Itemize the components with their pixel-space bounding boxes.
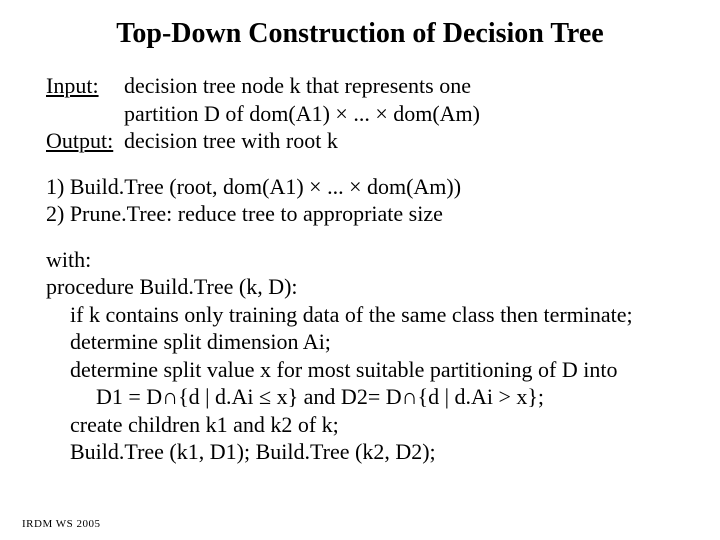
input-text: decision tree node k that represents one… (124, 72, 480, 127)
proc-line-2: determine split dimension Ai; (46, 328, 674, 356)
step-2: 2) Prune.Tree: reduce tree to appropriat… (46, 200, 674, 228)
proc-line-5: create children k1 and k2 of k; (46, 411, 674, 439)
steps-block: 1) Build.Tree (root, dom(A1) × ... × dom… (46, 173, 674, 228)
proc-line-6: Build.Tree (k1, D1); Build.Tree (k2, D2)… (46, 438, 674, 466)
input-line-2: partition D of dom(A1) × ... × dom(Am) (124, 100, 480, 128)
proc-line-1: if k contains only training data of the … (46, 301, 674, 329)
input-line-1: decision tree node k that represents one (124, 72, 480, 100)
step-1: 1) Build.Tree (root, dom(A1) × ... × dom… (46, 173, 674, 201)
input-label: Input: (46, 72, 124, 127)
proc-line-3: determine split value x for most suitabl… (46, 356, 674, 384)
input-row: Input: decision tree node k that represe… (46, 72, 674, 127)
slide-title: Top-Down Construction of Decision Tree (46, 18, 674, 50)
proc-line-4: D1 = D∩{d | d.Ai ≤ x} and D2= D∩{d | d.A… (46, 383, 674, 411)
procedure-block: with: procedure Build.Tree (k, D): if k … (46, 246, 674, 466)
output-label: Output: (46, 127, 124, 155)
output-text: decision tree with root k (124, 127, 338, 155)
slide: Top-Down Construction of Decision Tree I… (0, 0, 720, 540)
io-block: Input: decision tree node k that represe… (46, 72, 674, 155)
with-label: with: (46, 246, 674, 274)
footer: IRDM WS 2005 (22, 518, 101, 530)
output-row: Output: decision tree with root k (46, 127, 674, 155)
procedure-signature: procedure Build.Tree (k, D): (46, 273, 674, 301)
